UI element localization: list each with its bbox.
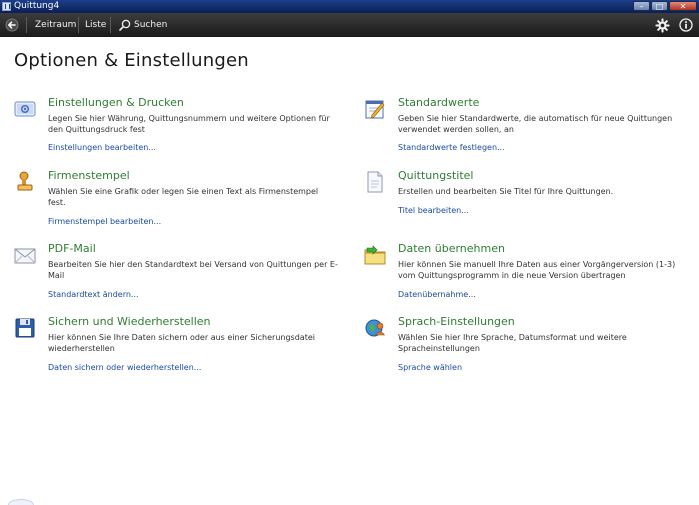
back-arrow-icon[interactable] — [5, 18, 19, 32]
envelope-icon — [14, 248, 36, 264]
section-description: Hier können Sie manuell Ihre Daten aus e… — [398, 260, 676, 280]
pencil-notepad-icon — [365, 100, 385, 119]
section-description: Legen Sie hier Währung, Quittungsnummern… — [48, 114, 330, 134]
section-description: Bearbeiten Sie hier den Standardtext bei… — [48, 260, 338, 280]
section-title[interactable]: PDF-Mail — [48, 242, 96, 255]
gear-icon[interactable] — [655, 18, 670, 33]
section-description: Wählen Sie hier Ihre Sprache, Datumsform… — [398, 333, 627, 353]
toolbar-separator — [78, 17, 79, 33]
section-description: Geben Sie hier Standardwerte, die automa… — [398, 114, 673, 134]
section-title[interactable]: Quittungstitel — [398, 169, 473, 182]
toolbar-liste[interactable]: Liste — [85, 13, 106, 37]
daten-sichern-link[interactable]: Daten sichern oder wiederherstellen... — [48, 363, 201, 372]
floppy-disk-icon — [15, 318, 35, 338]
toolbar-separator — [26, 17, 27, 33]
page-title: Optionen & Einstellungen — [14, 50, 249, 71]
info-icon[interactable] — [679, 18, 693, 32]
minimize-button[interactable]: – — [633, 1, 650, 11]
section-description: Erstellen und bearbeiten Sie Titel für I… — [398, 187, 614, 196]
globe-user-icon — [365, 319, 386, 337]
settings-print-icon — [14, 101, 36, 117]
folder-import-icon — [364, 245, 386, 265]
section-title[interactable]: Daten übernehmen — [398, 242, 505, 255]
document-icon — [367, 171, 383, 193]
section-title[interactable]: Standardwerte — [398, 96, 479, 109]
section-description: Wählen Sie eine Grafik oder legen Sie ei… — [48, 187, 319, 207]
footer-decoration — [8, 499, 34, 505]
firmenstempel-bearbeiten-link[interactable]: Firmenstempel bearbeiten... — [48, 217, 161, 226]
titel-bearbeiten-link[interactable]: Titel bearbeiten... — [398, 206, 469, 215]
app-icon — [2, 2, 11, 11]
standardwerte-festlegen-link[interactable]: Standardwerte festlegen... — [398, 143, 505, 152]
search-icon[interactable] — [119, 19, 131, 31]
window-title-bar[interactable]: Quittung4 – □ ✕ — [0, 0, 699, 13]
section-title[interactable]: Sprach-Einstellungen — [398, 315, 515, 328]
maximize-button[interactable]: □ — [651, 1, 668, 11]
maximize-icon: □ — [655, 2, 664, 11]
stamp-icon — [17, 171, 33, 191]
standardtext-aendern-link[interactable]: Standardtext ändern... — [48, 290, 139, 299]
toolbar: Zeitraum Liste Suchen — [0, 13, 699, 37]
datenuebernahme-link[interactable]: Datenübernahme... — [398, 290, 476, 299]
window-title: Quittung4 — [14, 1, 60, 11]
toolbar-zeitraum[interactable]: Zeitraum — [35, 13, 76, 37]
sprache-waehlen-link[interactable]: Sprache wählen — [398, 363, 462, 372]
section-description: Hier können Sie Ihre Daten sichern oder … — [48, 333, 315, 353]
close-button[interactable]: ✕ — [669, 1, 697, 11]
section-title[interactable]: Sichern und Wiederherstellen — [48, 315, 211, 328]
section-title[interactable]: Einstellungen & Drucken — [48, 96, 184, 109]
toolbar-suchen[interactable]: Suchen — [134, 13, 167, 37]
toolbar-separator — [110, 17, 111, 33]
einstellungen-bearbeiten-link[interactable]: Einstellungen bearbeiten... — [48, 143, 156, 152]
close-icon: ✕ — [679, 2, 687, 11]
section-title[interactable]: Firmenstempel — [48, 169, 130, 182]
minimize-icon: – — [639, 2, 644, 11]
